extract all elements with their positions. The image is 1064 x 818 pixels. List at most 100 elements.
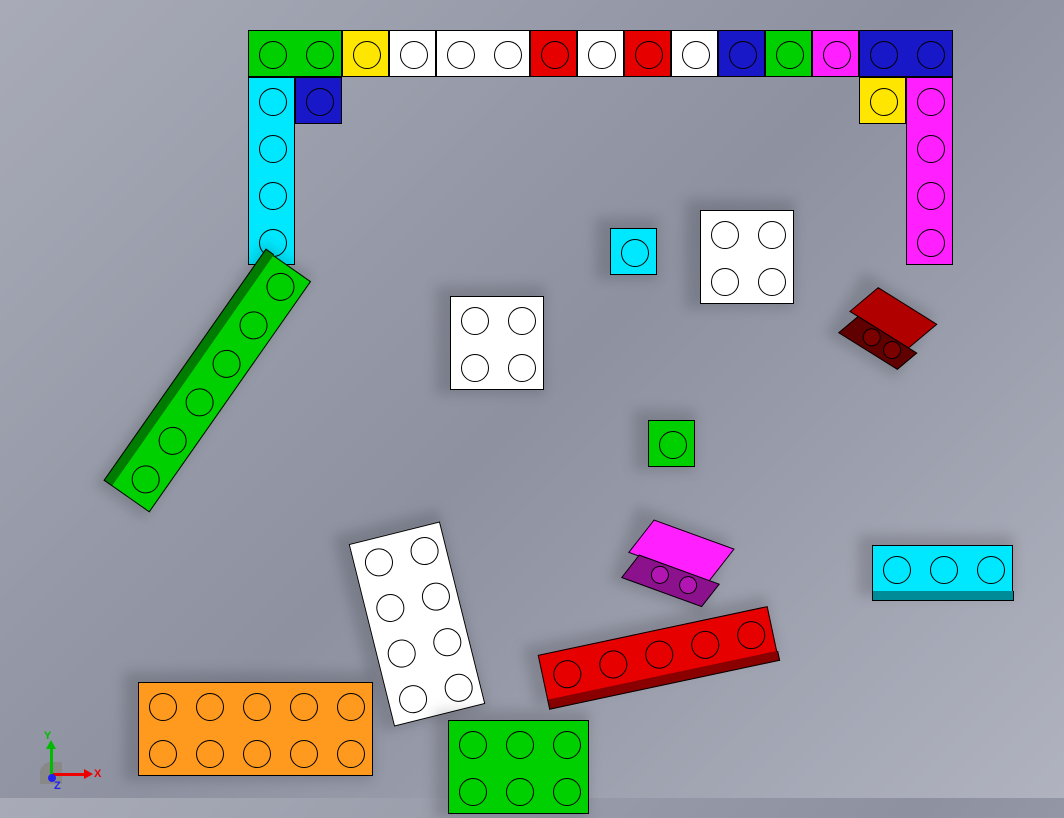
brick-right-yellow-1x1[interactable] [859, 77, 906, 124]
x-axis-label: X [94, 768, 101, 780]
stud-icon [243, 740, 271, 768]
stud-icon [642, 638, 675, 671]
stud-icon [149, 740, 177, 768]
brick-row-green-1x2[interactable] [248, 30, 342, 77]
stud-icon [337, 693, 365, 721]
stud-icon [459, 731, 487, 759]
stud-icon [196, 693, 224, 721]
brick-row-red-1x1b[interactable] [624, 30, 671, 77]
stud-icon [418, 579, 452, 613]
stud-icon [441, 670, 475, 704]
stud-icon [917, 135, 945, 163]
stud-icon [196, 740, 224, 768]
stud-icon [494, 41, 522, 69]
brick-row-blue-1x1[interactable] [718, 30, 765, 77]
stud-icon [361, 545, 395, 579]
stud-icon [870, 41, 898, 69]
y-axis-icon [50, 744, 53, 774]
brick-loose-green-1x1[interactable] [648, 420, 695, 467]
stud-icon [290, 693, 318, 721]
stud-icon [870, 88, 898, 116]
brick-loose-green-2x3[interactable] [448, 720, 589, 814]
stud-icon [758, 268, 786, 296]
brick-loose-cyan-1x1[interactable] [610, 228, 657, 275]
stud-icon [711, 268, 739, 296]
stud-icon [508, 354, 536, 382]
y-axis-label: Y [44, 730, 51, 742]
cad-viewport[interactable] [0, 0, 1064, 798]
stud-icon [306, 41, 334, 69]
stud-icon [553, 778, 581, 806]
stud-icon [917, 229, 945, 257]
stud-icon [917, 182, 945, 210]
stud-icon [447, 41, 475, 69]
stud-icon [259, 182, 287, 210]
stud-icon [149, 693, 177, 721]
brick-loose-white-2x2b[interactable] [450, 296, 544, 390]
stud-icon [977, 556, 1005, 584]
stud-icon [506, 731, 534, 759]
stud-icon [353, 41, 381, 69]
z-axis-label: Z [54, 780, 61, 792]
stud-icon [461, 307, 489, 335]
stud-icon [734, 618, 767, 651]
brick-row-magenta-1x1[interactable] [812, 30, 859, 77]
stud-icon [290, 740, 318, 768]
stud-icon [461, 354, 489, 382]
stud-icon [233, 306, 272, 345]
x-axis-icon [52, 773, 90, 776]
stud-icon [337, 740, 365, 768]
brick-row-white-1x2[interactable] [436, 30, 530, 77]
stud-icon [729, 41, 757, 69]
brick-left-cyan-1x4[interactable] [248, 77, 295, 265]
brick-row-yellow-1x1[interactable] [342, 30, 389, 77]
stud-icon [635, 41, 663, 69]
stud-icon [688, 628, 721, 661]
axis-triad: X Y Z [40, 724, 110, 784]
stud-icon [459, 778, 487, 806]
stud-icon [152, 422, 191, 461]
stud-icon [588, 41, 616, 69]
stud-icon [259, 88, 287, 116]
brick-row-blue-1x2[interactable] [859, 30, 953, 77]
stud-icon [711, 221, 739, 249]
brick-row-white-1x1b[interactable] [577, 30, 624, 77]
stud-icon [659, 431, 687, 459]
stud-icon [179, 383, 218, 422]
brick-row-white-1x1a[interactable] [389, 30, 436, 77]
stud-icon [917, 88, 945, 116]
brick-loose-white-2x2a[interactable] [700, 210, 794, 304]
stud-icon [260, 268, 299, 307]
stud-icon [930, 556, 958, 584]
brick-loose-green-1x6[interactable] [111, 255, 311, 513]
brick-left-blue-1x1[interactable] [295, 77, 342, 124]
brick-row-red-1x1a[interactable] [530, 30, 577, 77]
stud-icon [259, 135, 287, 163]
brick-loose-orange-2x5[interactable] [138, 682, 373, 776]
stud-icon [306, 88, 334, 116]
brick-row-white-1x1c[interactable] [671, 30, 718, 77]
stud-icon [917, 41, 945, 69]
stud-icon [508, 307, 536, 335]
brick-edge [103, 249, 274, 487]
stud-icon [776, 41, 804, 69]
stud-icon [621, 239, 649, 267]
stud-icon [823, 41, 851, 69]
stud-icon [407, 534, 441, 568]
stud-icon [883, 556, 911, 584]
brick-loose-cyan-1x3[interactable] [872, 545, 1013, 592]
stud-icon [259, 41, 287, 69]
stud-icon [373, 591, 407, 625]
stud-icon [553, 731, 581, 759]
brick-right-magenta-1x4[interactable] [906, 77, 953, 265]
stud-icon [430, 625, 464, 659]
brick-row-green-1x1[interactable] [765, 30, 812, 77]
stud-icon [395, 682, 429, 716]
stud-icon [400, 41, 428, 69]
brick-edge [872, 591, 1014, 601]
stud-icon [243, 693, 271, 721]
stud-icon [506, 778, 534, 806]
stud-icon [125, 460, 164, 499]
stud-icon [550, 657, 583, 690]
stud-icon [541, 41, 569, 69]
